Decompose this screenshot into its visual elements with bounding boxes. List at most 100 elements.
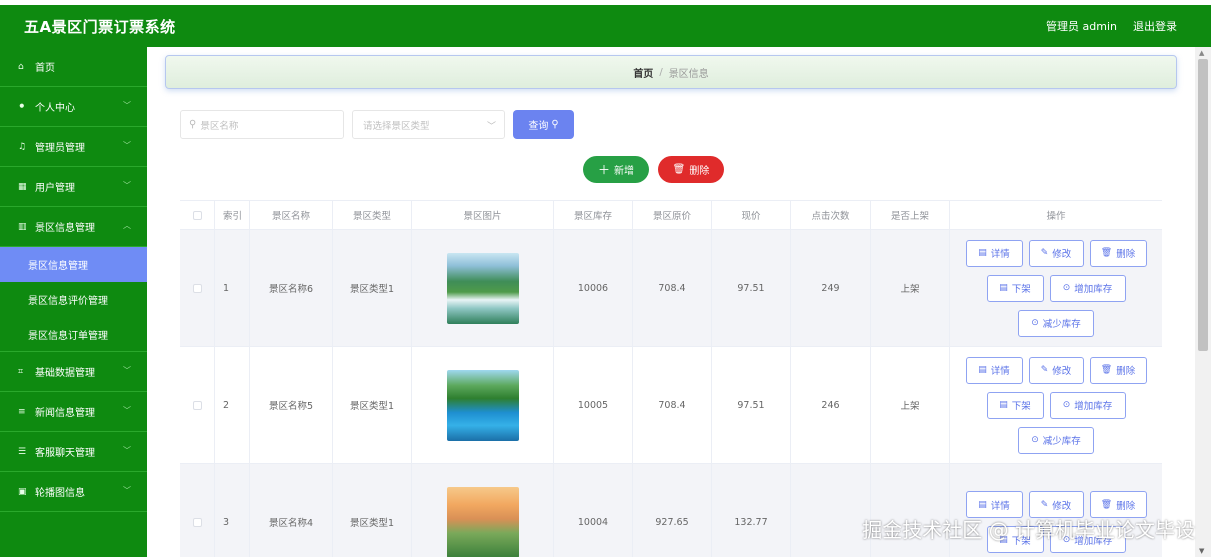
scroll-up-icon[interactable]: ▲ [1199, 49, 1204, 57]
detail-button[interactable]: ▤ 详情 [965, 239, 1023, 267]
cell-on-shelf [871, 464, 950, 557]
sidebar-item-chat[interactable]: ☰ 客服聊天管理 ﹀ [0, 432, 147, 472]
sidebar-subitem-scenic-info[interactable]: 景区信息管理 [0, 247, 147, 282]
action-bar: ＋ 新增 🗑 删除 [583, 156, 724, 183]
header-price: 现价 [712, 201, 791, 229]
breadcrumb-home[interactable]: 首页 [633, 65, 653, 80]
cell-orig-price: 708.4 [633, 230, 712, 346]
reduce-stock-button[interactable]: ⊙ 减少库存 [1018, 309, 1094, 337]
sidebar-item-personal-center[interactable]: ⚫ 个人中心 ﹀ [0, 87, 147, 127]
edit-icon: ✎ [1040, 248, 1049, 258]
row-checkbox[interactable] [192, 400, 202, 410]
search-icon: ⚲ [551, 119, 559, 130]
vertical-scrollbar[interactable]: ▲ ▼ [1195, 47, 1211, 557]
sidebar-item-label: 新闻信息管理 [35, 408, 95, 419]
scroll-down-icon[interactable]: ▼ [1199, 547, 1204, 555]
trash-icon: 🗑 [1100, 248, 1113, 258]
cell-image [412, 464, 554, 557]
detail-label: 详情 [990, 366, 1010, 377]
off-shelf-label: 下架 [1011, 284, 1031, 295]
sidebar-item-user-management[interactable]: ▦ 用户管理 ﹀ [0, 167, 147, 207]
sidebar-item-label: 个人中心 [35, 103, 75, 114]
sidebar-subitem-scenic-review[interactable]: 景区信息评价管理 [0, 282, 147, 317]
sidebar-item-basic-data[interactable]: ⌗ 基础数据管理 ﹀ [0, 352, 147, 392]
sidebar-item-label: 基础数据管理 [35, 368, 95, 379]
row-checkbox[interactable] [192, 517, 202, 527]
chart-icon: ▥ [18, 221, 27, 232]
cell-index: 1 [215, 230, 250, 346]
off-shelf-button[interactable]: ▤ 下架 [986, 274, 1044, 302]
breadcrumb-current: 景区信息 [668, 68, 709, 80]
reduce-stock-label: 减少库存 [1042, 319, 1081, 330]
cell-ops: ▤ 详情 ✎ 修改 🗑 删除 ▤ 下架 ⊙ 增加库存 ⊙ 减少库存 [950, 347, 1162, 463]
cell-index: 2 [215, 347, 250, 463]
search-input-placeholder: 景区名称 [200, 120, 239, 132]
location-icon: ⊙ [1031, 318, 1039, 328]
sidebar-item-label: 首页 [35, 63, 55, 74]
off-shelf-label: 下架 [1011, 401, 1031, 412]
delete-button[interactable]: 🗑 删除 [1089, 239, 1147, 267]
add-stock-button[interactable]: ⊙ 增加库存 [1049, 391, 1126, 419]
cell-name: 景区名称5 [250, 347, 333, 463]
detail-label: 详情 [990, 500, 1010, 512]
user-icon: ⚫ [18, 101, 26, 112]
trash-icon: 🗑 [1100, 499, 1113, 510]
add-stock-label: 增加库存 [1074, 284, 1113, 295]
edit-label: 修改 [1052, 500, 1072, 512]
row-checkbox[interactable] [192, 283, 202, 293]
select-placeholder: 请选择景区类型 [363, 120, 430, 132]
sidebar-item-admin-management[interactable]: ♫ 管理员管理 ﹀ [0, 127, 147, 167]
sidebar: ⌂ 首页 ⚫ 个人中心 ﹀ ♫ 管理员管理 ﹀ ▦ 用户管理 ﹀ ▥ 景区信息管… [0, 47, 147, 557]
sidebar-item-news[interactable]: ≡ 新闻信息管理 ﹀ [0, 392, 147, 432]
add-button[interactable]: ＋ 新增 [583, 156, 649, 183]
sidebar-subitem-scenic-order[interactable]: 景区信息订单管理 [0, 317, 147, 352]
delete-button[interactable]: 🗑 删除 [1089, 356, 1147, 384]
scenic-name-search-input[interactable]: ⚲ 景区名称 [180, 110, 344, 139]
cell-on-shelf: 上架 [871, 230, 950, 346]
sidebar-item-label: 景区信息管理 [35, 223, 95, 234]
cell-image [412, 347, 554, 463]
cell-price: 97.51 [712, 347, 791, 463]
admin-user-label: 管理员 admin [1046, 20, 1117, 33]
logout-link[interactable]: 退出登录 [1133, 18, 1177, 34]
search-icon: ⚲ [189, 119, 197, 130]
delete-label: 删除 [1116, 366, 1136, 377]
cell-name: 景区名称6 [250, 230, 333, 346]
sidebar-item-scenic-management[interactable]: ▥ 景区信息管理 ︿ [0, 207, 147, 247]
chevron-down-icon: ﹀ [123, 141, 131, 150]
edit-icon: ✎ [1040, 499, 1049, 510]
delete-label: 删除 [1116, 500, 1136, 512]
query-button[interactable]: 查询 ⚲ [513, 110, 574, 139]
sidebar-item-carousel[interactable]: ▣ 轮播图信息 ﹀ [0, 472, 147, 512]
off-shelf-button[interactable]: ▤ 下架 [986, 391, 1044, 419]
header-ops: 操作 [1046, 211, 1066, 222]
add-stock-label: 增加库存 [1074, 401, 1113, 412]
add-label: 新增 [614, 166, 634, 177]
cell-type: 景区类型1 [333, 464, 412, 557]
cell-price: 132.77 [712, 464, 791, 557]
chevron-up-icon: ︿ [123, 221, 131, 230]
bell-icon: ♫ [18, 141, 27, 152]
sidebar-item-home[interactable]: ⌂ 首页 [0, 47, 147, 87]
header-orig-price: 景区原价 [633, 201, 712, 229]
table-row: 3 景区名称4 景区类型1 10004 927.65 132.77 ▤ 详情 ✎ 修… [180, 464, 1162, 557]
edit-button[interactable]: ✎ 修改 [1028, 239, 1084, 267]
scenic-image [446, 486, 519, 557]
scenic-type-select[interactable]: 请选择景区类型 ﹀ [352, 110, 505, 139]
trash-icon: 🗑 [672, 164, 686, 175]
edit-button[interactable]: ✎ 修改 [1028, 356, 1084, 384]
detail-button[interactable]: ▤ 详情 [965, 356, 1023, 384]
search-bar: ⚲ 景区名称 请选择景区类型 ﹀ 查询 ⚲ [180, 110, 574, 140]
batch-delete-button[interactable]: 🗑 删除 [658, 156, 724, 183]
scrollbar-thumb[interactable] [1198, 59, 1208, 351]
select-all-checkbox[interactable] [192, 210, 202, 220]
chevron-down-icon: ﹀ [123, 181, 131, 190]
main-area: 首页 / 景区信息 ⚲ 景区名称 请选择景区类型 ﹀ 查询 ⚲ ＋ 新增 🗑 删… [147, 47, 1195, 557]
header-type: 景区类型 [333, 201, 412, 229]
table-row: 2 景区名称5 景区类型1 10005 708.4 97.51 246 上架 ▤… [180, 347, 1162, 464]
cell-orig-price: 708.4 [633, 347, 712, 463]
reduce-stock-button[interactable]: ⊙ 减少库存 [1018, 426, 1094, 454]
cell-orig-price: 927.65 [633, 464, 712, 557]
add-stock-button[interactable]: ⊙ 增加库存 [1049, 274, 1126, 302]
breadcrumb-separator: / [659, 66, 663, 78]
